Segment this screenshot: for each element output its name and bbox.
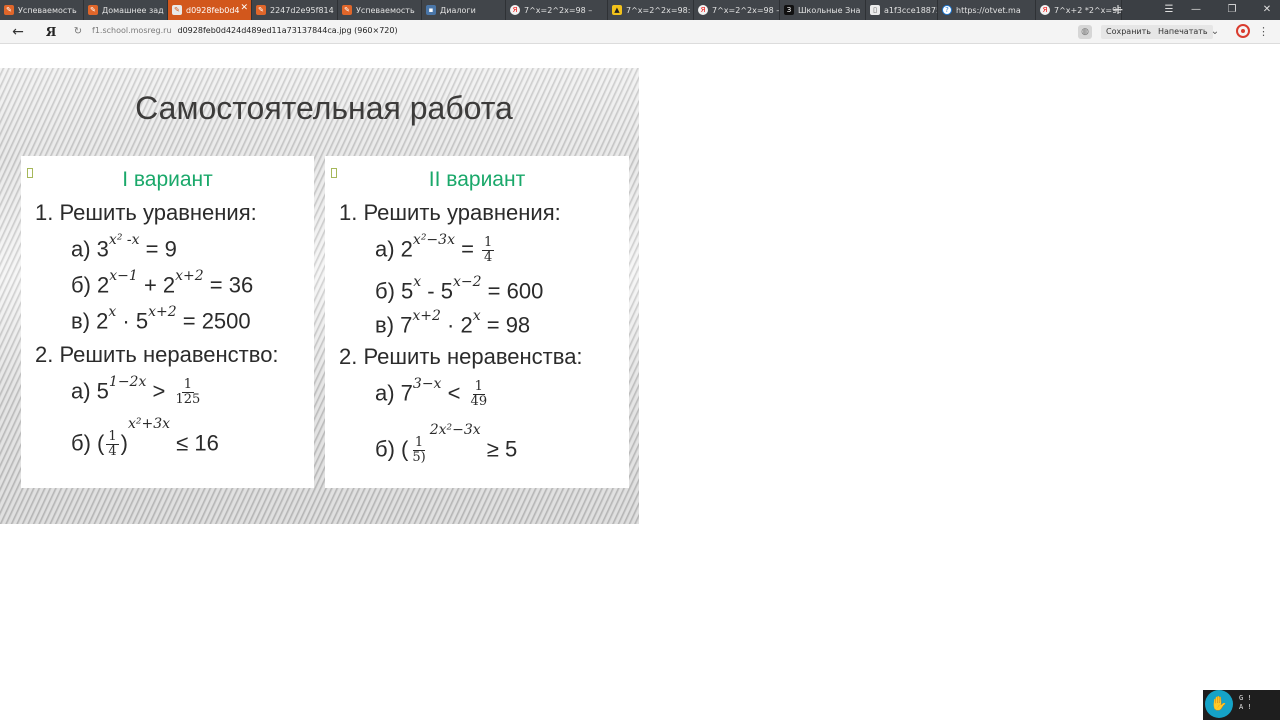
- variant-1-heading: I вариант: [122, 168, 213, 191]
- extension-icon[interactable]: ◍: [1078, 25, 1092, 39]
- tab-strip: ✎ Успеваемость ✎ Домашнее зад ✎ d0928feb0d4 ✕ ✎…: [0, 0, 1280, 20]
- tab-3[interactable]: ✎ d0928feb0d4 ✕: [168, 0, 252, 20]
- question-icon: ?: [942, 5, 952, 15]
- close-tab-icon[interactable]: ✕: [240, 4, 248, 13]
- fraction: 1 125: [175, 377, 201, 408]
- yandex-icon: Я: [510, 5, 520, 15]
- tab-title: 2247d2e95f814: [270, 5, 334, 15]
- vk-icon: ▪: [426, 5, 436, 15]
- yandex-logo-icon[interactable]: Я: [44, 23, 58, 41]
- yandex-icon: Я: [698, 5, 708, 15]
- tab-8[interactable]: ▲ 7^x=2^2x=98:: [608, 0, 694, 20]
- minimize-icon[interactable]: —: [1185, 0, 1207, 20]
- equation-a: а) 2x²−3x = 14: [375, 232, 495, 266]
- tab-title: Успеваемость: [356, 5, 415, 15]
- chevron-down-icon[interactable]: ⌄: [1208, 24, 1222, 40]
- fraction: 14: [482, 235, 495, 266]
- tab-title: d0928feb0d4: [186, 5, 240, 15]
- tab-11[interactable]: ▯ a1f3cce18875cf: [866, 0, 938, 20]
- tab-4[interactable]: ✎ 2247d2e95f814: [252, 0, 338, 20]
- orange-doc-icon: ✎: [4, 5, 14, 15]
- equation-c: в) 7x+2 · 2x = 98: [375, 308, 531, 338]
- address-bar: ← Я ↻ f1.school.mosreg.ru d0928feb0d424d4…: [0, 20, 1280, 44]
- fraction: 14: [106, 429, 119, 460]
- equation-b: б) 2x−1 + 2x+2 = 36: [71, 268, 254, 298]
- variant-2-panel: II вариант 1. Решить уравнения: а) 2x²−3…: [325, 156, 629, 488]
- hand-icon: ✋: [1205, 690, 1233, 718]
- close-window-icon[interactable]: ✕: [1256, 0, 1278, 20]
- variant-2-heading: II вариант: [428, 168, 526, 191]
- variant-1-panel: I вариант 1. Решить уравнения: а) 3x² -x…: [21, 156, 314, 488]
- back-arrow-icon[interactable]: ←: [10, 23, 26, 41]
- new-tab-icon[interactable]: +: [1110, 2, 1126, 18]
- tab-title: 7^x=2^2x=98 –: [712, 5, 780, 15]
- tab-title: Диалоги: [440, 5, 476, 15]
- equation-b: б) 5x - 5x−2 = 600: [375, 274, 544, 304]
- tab-10[interactable]: З Школьные Зна: [780, 0, 866, 20]
- orange-doc-icon: ✎: [256, 5, 266, 15]
- tab-title: Домашнее зад: [102, 5, 164, 15]
- widget-text: G ! A !: [1239, 694, 1252, 711]
- task-1-heading: 1. Решить уравнения:: [35, 200, 257, 225]
- orange-doc-icon: ✎: [342, 5, 352, 15]
- tab-7[interactable]: Я 7^x=2^2x=98 –: [506, 0, 608, 20]
- tab-title: 7^x=2^2x=98 –: [524, 5, 593, 15]
- document-icon: ▯: [870, 5, 880, 15]
- reload-icon[interactable]: ↻: [71, 24, 85, 40]
- equation-c: в) 2x · 5x+2 = 2500: [71, 304, 251, 334]
- more-menu-icon[interactable]: ⋮: [1258, 24, 1269, 40]
- slide-image: Самостоятельная работа I вариант 1. Реши…: [0, 68, 639, 524]
- url-domain: f1.school.mosreg.ru: [92, 26, 172, 35]
- url-field[interactable]: f1.school.mosreg.ru d0928feb0d424d489ed11…: [92, 26, 398, 35]
- print-button[interactable]: Напечатать: [1153, 25, 1213, 39]
- znanija-icon: З: [784, 5, 794, 15]
- tab-6[interactable]: ▪ Диалоги: [422, 0, 506, 20]
- orange-doc-icon: ✎: [172, 5, 182, 15]
- tab-title: 7^x=2^2x=98:: [626, 5, 691, 15]
- inequality-b: б) (1 5) 2x²−3x ≥ 5: [375, 422, 518, 466]
- hamburger-menu-icon[interactable]: ☰: [1158, 0, 1180, 20]
- tab-title: Успеваемость: [18, 5, 77, 15]
- inequality-a: а) 51−2x > 1 125: [71, 374, 201, 408]
- tab-title: Школьные Зна: [798, 5, 861, 15]
- fraction: 1 49: [470, 379, 488, 410]
- equation-a: а) 3x² -x = 9: [71, 232, 177, 262]
- task-1-heading: 1. Решить уравнения:: [339, 200, 561, 225]
- restore-icon[interactable]: ❐: [1221, 0, 1243, 20]
- yandex-icon: Я: [1040, 5, 1050, 15]
- task-2-heading: 2. Решить неравенство:: [35, 342, 279, 367]
- tab-12[interactable]: ? https://otvet.ma: [938, 0, 1036, 20]
- orange-doc-icon: ✎: [88, 5, 98, 15]
- task-2-heading: 2. Решить неравенства:: [339, 344, 583, 369]
- corner-widget[interactable]: ✋ G ! A !: [1203, 690, 1280, 720]
- save-button[interactable]: Сохранить: [1101, 25, 1156, 39]
- url-path: d0928feb0d424d489ed11a73137844ca.jpg (96…: [177, 26, 398, 35]
- slide-title: Самостоятельная работа: [135, 90, 513, 126]
- tab-9[interactable]: Я 7^x=2^2x=98 –: [694, 0, 780, 20]
- inequality-b: б) (1 4)x²+3x ≤ 16: [71, 416, 219, 460]
- tab-1[interactable]: ✎ Успеваемость: [0, 0, 84, 20]
- target-extension-icon[interactable]: [1236, 24, 1250, 38]
- yellow-icon: ▲: [612, 5, 622, 15]
- tab-5[interactable]: ✎ Успеваемость: [338, 0, 422, 20]
- tab-title: a1f3cce18875cf: [884, 5, 937, 15]
- inequality-a: а) 73−x < 1 49: [375, 376, 488, 410]
- tab-2[interactable]: ✎ Домашнее зад: [84, 0, 168, 20]
- tab-title: https://otvet.ma: [956, 5, 1021, 15]
- fraction: 1 5): [412, 435, 426, 466]
